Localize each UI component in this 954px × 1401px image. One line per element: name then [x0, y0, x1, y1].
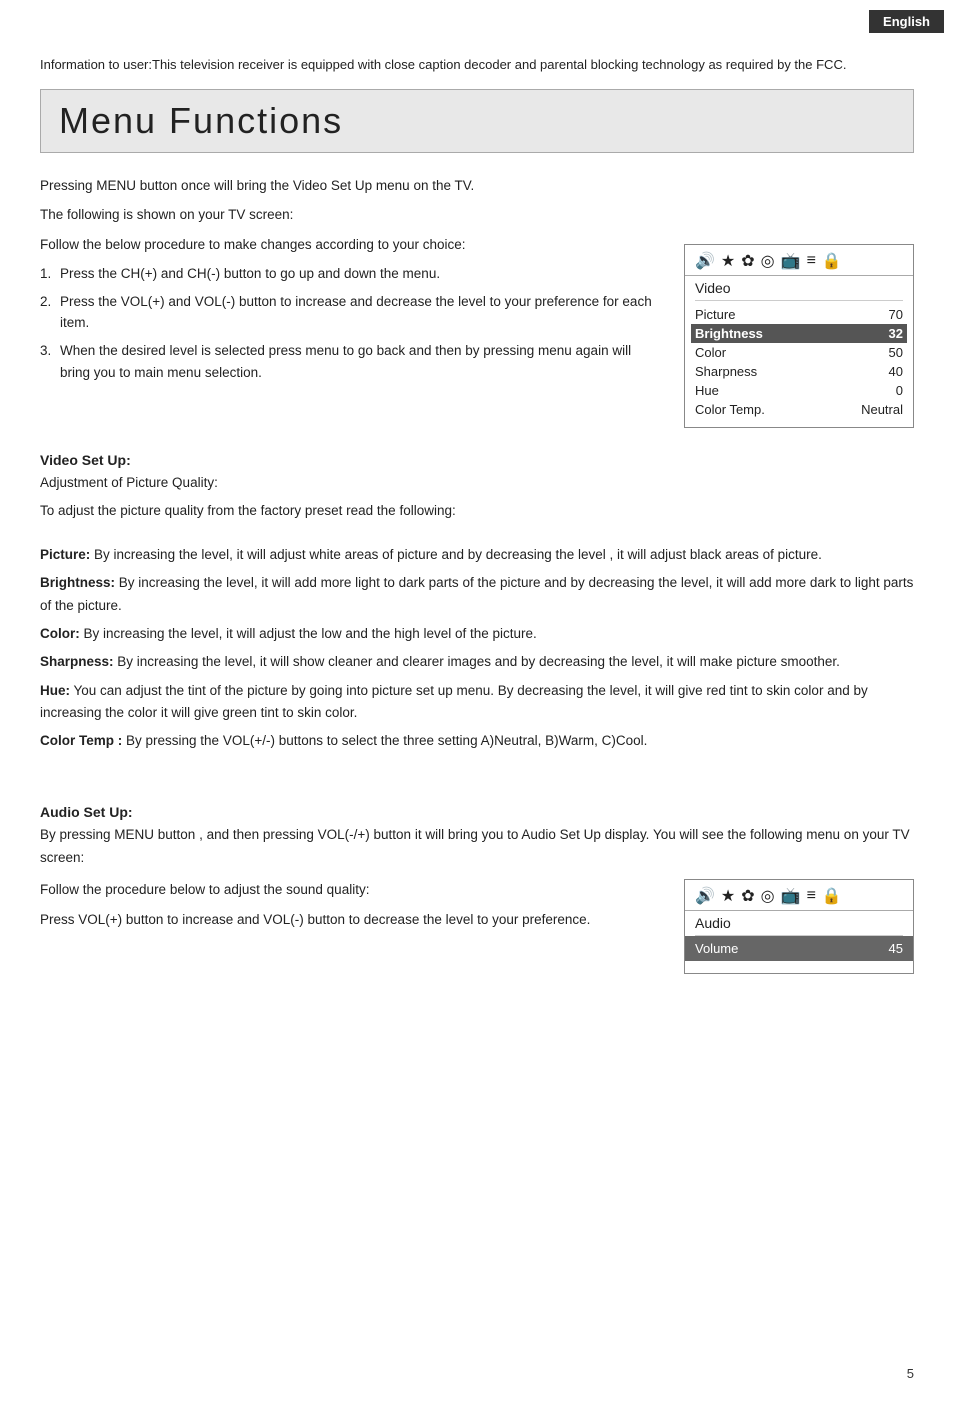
audio-icon-7: 🔒: [822, 886, 842, 906]
menu-intro-2: The following is shown on your TV screen…: [40, 204, 914, 226]
audio-volume-row: Volume 45: [685, 936, 913, 961]
tv-icon-6: ≡: [807, 252, 816, 270]
tv-icon-1: 🔊: [695, 251, 715, 271]
audio-follow-text: Follow the procedure below to adjust the…: [40, 879, 664, 901]
audio-icon-1: 🔊: [695, 886, 715, 906]
tv-icons-row: 🔊 ★ ✿ ◎ 📺 ≡ 🔒: [685, 245, 913, 276]
language-badge: English: [869, 10, 944, 33]
tv-icon-4: ◎: [761, 251, 775, 271]
instruction-item-3: 3. When the desired level is selected pr…: [40, 340, 664, 383]
audio-icon-6: ≡: [807, 887, 816, 905]
menu-intro-1: Pressing MENU button once will bring the…: [40, 175, 914, 197]
tv-screen-video-title: Video: [685, 276, 913, 300]
brightness-desc: Brightness: By increasing the level, it …: [40, 572, 914, 617]
info-text: Information to user:This television rece…: [40, 55, 914, 75]
video-setup-row: Follow the below procedure to make chang…: [40, 234, 914, 428]
instructions-list: 1. Press the CH(+) and CH(-) button to g…: [40, 263, 664, 383]
audio-icon-5: 📺: [781, 886, 801, 906]
tv-item-sharpness: Sharpness 40: [695, 362, 903, 381]
volume-label: Volume: [695, 941, 738, 956]
tv-item-color: Color 50: [695, 343, 903, 362]
video-setup-title: Video Set Up:: [40, 452, 914, 468]
instruction-item-2: 2. Press the VOL(+) and VOL(-) button to…: [40, 291, 664, 334]
tv-icon-5: 📺: [781, 251, 801, 271]
adjustment-subtitle: Adjustment of Picture Quality:: [40, 472, 914, 494]
video-setup-section: Video Set Up: Adjustment of Picture Qual…: [40, 452, 914, 753]
audio-content-row: Follow the procedure below to adjust the…: [40, 879, 914, 974]
section-title: Menu Functions: [59, 100, 895, 142]
page-number: 5: [907, 1366, 914, 1381]
audio-setup-title: Audio Set Up:: [40, 804, 914, 820]
audio-text-col: Follow the procedure below to adjust the…: [40, 879, 664, 932]
tv-icon-3: ✿: [741, 251, 754, 271]
instructions-intro: Follow the below procedure to make chang…: [40, 234, 664, 256]
tv-item-picture: Picture 70: [695, 305, 903, 324]
tv-item-color-temp: Color Temp. Neutral: [695, 400, 903, 419]
adjustment-intro: To adjust the picture quality from the f…: [40, 500, 914, 522]
section-header: Menu Functions: [40, 89, 914, 153]
color-desc: Color: By increasing the level, it will …: [40, 623, 914, 645]
picture-desc: Picture: By increasing the level, it wil…: [40, 544, 914, 566]
audio-icon-3: ✿: [741, 886, 754, 906]
audio-tv-icons-row: 🔊 ★ ✿ ◎ 📺 ≡ 🔒: [685, 880, 913, 911]
audio-intro: By pressing MENU button , and then press…: [40, 824, 914, 869]
audio-icon-2: ★: [721, 886, 735, 906]
audio-press-text: Press VOL(+) button to increase and VOL(…: [40, 909, 664, 931]
color-temp-desc: Color Temp : By pressing the VOL(+/-) bu…: [40, 730, 914, 752]
audio-icon-4: ◎: [761, 886, 775, 906]
tv-item-hue: Hue 0: [695, 381, 903, 400]
audio-tv-screen: 🔊 ★ ✿ ◎ 📺 ≡ 🔒 Audio Volume 45: [684, 879, 914, 974]
instruction-item-1: 1. Press the CH(+) and CH(-) button to g…: [40, 263, 664, 285]
tv-icon-2: ★: [721, 251, 735, 271]
sharpness-desc: Sharpness: By increasing the level, it w…: [40, 651, 914, 673]
volume-value: 45: [889, 941, 903, 956]
video-tv-screen: 🔊 ★ ✿ ◎ 📺 ≡ 🔒 Video Picture 70 Brightnes…: [684, 244, 914, 428]
instructions-col: Follow the below procedure to make chang…: [40, 234, 664, 390]
audio-screen-title: Audio: [685, 911, 913, 935]
tv-icon-7: 🔒: [822, 251, 842, 271]
tv-item-brightness: Brightness 32: [691, 324, 907, 343]
audio-setup-section: Audio Set Up: By pressing MENU button , …: [40, 804, 914, 974]
hue-desc: Hue: You can adjust the tint of the pict…: [40, 680, 914, 725]
tv-video-menu: Picture 70 Brightness 32 Color 50 Sharpn…: [685, 301, 913, 427]
